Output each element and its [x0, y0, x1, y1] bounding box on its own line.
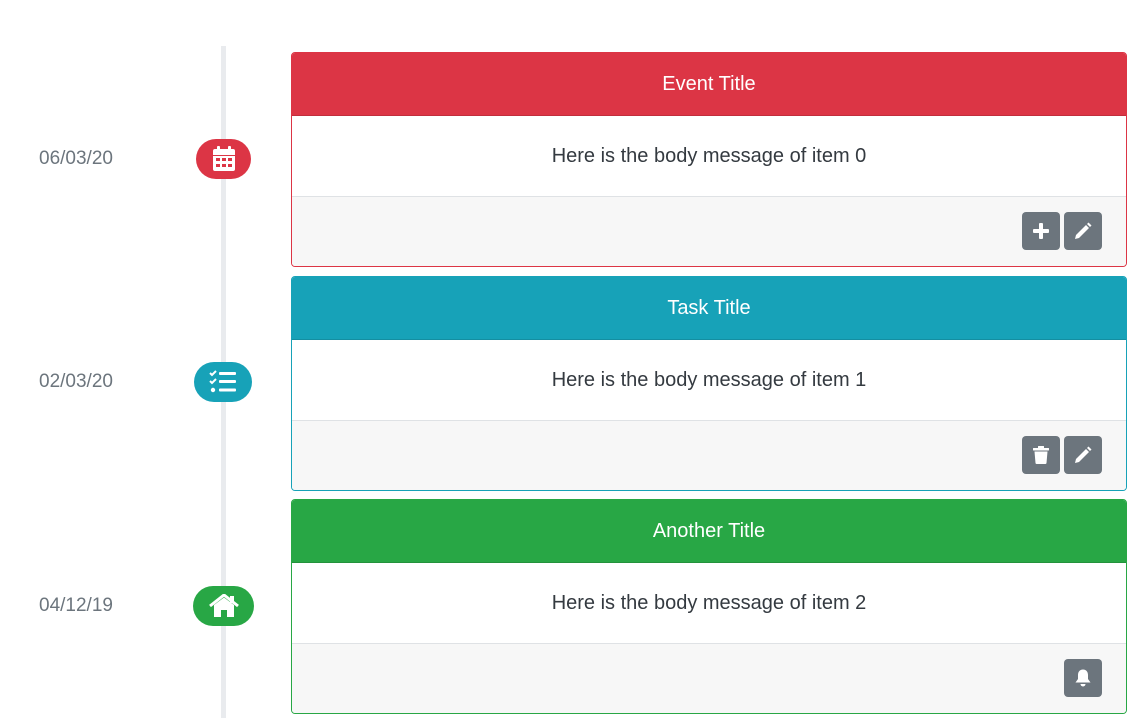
timeline-badge — [196, 139, 251, 179]
card-body: Here is the body message of item 2 — [292, 563, 1126, 644]
timeline: 06/03/20 Event Title Here is the body me… — [0, 0, 1135, 728]
trash-icon — [1033, 446, 1049, 464]
plus-icon — [1032, 222, 1050, 240]
pencil-icon — [1074, 446, 1092, 464]
notification-button[interactable] — [1064, 659, 1102, 697]
card-title: Task Title — [292, 277, 1126, 340]
card-body: Here is the body message of item 1 — [292, 340, 1126, 421]
timeline-badge — [193, 586, 254, 626]
timeline-badge — [194, 362, 252, 402]
edit-button[interactable] — [1064, 212, 1102, 250]
add-button[interactable] — [1022, 212, 1060, 250]
card-body: Here is the body message of item 0 — [292, 116, 1126, 197]
card-footer — [292, 644, 1126, 713]
calendar-icon — [212, 146, 236, 172]
timeline-card: Task Title Here is the body message of i… — [291, 276, 1127, 491]
card-title: Another Title — [292, 500, 1126, 563]
task-list-icon — [209, 370, 237, 394]
delete-button[interactable] — [1022, 436, 1060, 474]
card-actions — [1022, 436, 1102, 474]
pencil-icon — [1074, 222, 1092, 240]
card-footer — [292, 421, 1126, 490]
card-title: Event Title — [292, 53, 1126, 116]
card-actions — [1064, 659, 1102, 697]
timeline-date: 06/03/20 — [39, 148, 113, 169]
home-icon — [208, 594, 239, 618]
timeline-card: Another Title Here is the body message o… — [291, 499, 1127, 714]
timeline-date: 02/03/20 — [39, 371, 113, 392]
timeline-card: Event Title Here is the body message of … — [291, 52, 1127, 267]
edit-button[interactable] — [1064, 436, 1102, 474]
bell-icon — [1075, 669, 1091, 687]
card-footer — [292, 197, 1126, 266]
card-actions — [1022, 212, 1102, 250]
timeline-date: 04/12/19 — [39, 595, 113, 616]
